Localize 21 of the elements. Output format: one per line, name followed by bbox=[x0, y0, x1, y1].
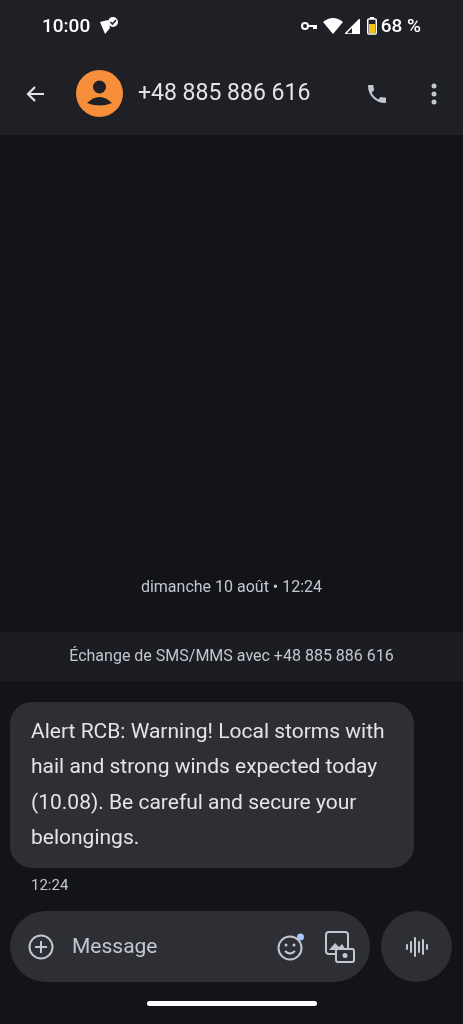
message-input[interactable]: Message bbox=[72, 930, 242, 963]
gallery-icon[interactable] bbox=[324, 930, 356, 963]
key-icon bbox=[300, 21, 318, 31]
message-field[interactable]: Message bbox=[10, 911, 370, 982]
conversation-info-banner: Échange de SMS/MMS avec +48 885 886 616 bbox=[0, 631, 463, 681]
battery-icon bbox=[366, 17, 377, 35]
waveform-icon bbox=[404, 934, 429, 959]
contact-title: +48 885 886 616 bbox=[138, 78, 311, 109]
battery-percent: 68 % bbox=[380, 12, 421, 39]
message-time: 12:24 bbox=[31, 874, 69, 896]
wifi-icon bbox=[322, 18, 343, 34]
date-separator: dimanche 10 août • 12:24 bbox=[139, 575, 324, 598]
contact-avatar-icon[interactable] bbox=[76, 70, 123, 117]
message-bubble[interactable]: Alert RCB: Warning! Local storms with hail and strong winds expected today (10.08). Be careful and secure your belongings. bbox=[10, 701, 414, 868]
add-icon[interactable] bbox=[28, 933, 54, 960]
emoji-icon[interactable] bbox=[277, 931, 307, 962]
signal-icon bbox=[344, 18, 360, 34]
notification-icon bbox=[98, 16, 121, 36]
home-indicator[interactable] bbox=[146, 1000, 317, 1006]
status-time: 10:00 bbox=[42, 12, 91, 39]
more-icon bbox=[431, 82, 437, 105]
